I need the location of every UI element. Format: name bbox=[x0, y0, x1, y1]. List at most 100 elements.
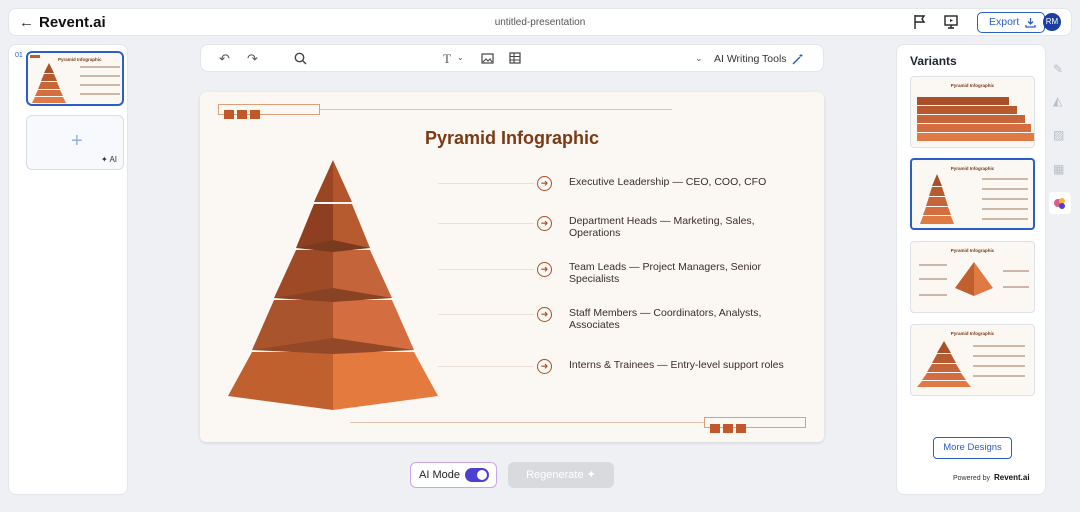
chevron-down-icon[interactable]: ⌄ bbox=[457, 53, 464, 62]
avatar[interactable]: RM bbox=[1043, 13, 1061, 31]
variant-pyramid-image bbox=[920, 174, 954, 224]
regenerate-label: Regenerate bbox=[526, 469, 584, 481]
variant-title: Pyramid Infographic bbox=[950, 248, 995, 253]
powered-by: Powered by Revent.ai bbox=[953, 473, 1030, 482]
variant-line bbox=[1003, 286, 1029, 288]
download-icon bbox=[1025, 18, 1036, 28]
deco-line-top bbox=[320, 109, 672, 110]
more-designs-button[interactable]: More Designs bbox=[933, 437, 1012, 459]
picture-icon[interactable]: ▨ bbox=[1053, 128, 1067, 142]
magic-wand-icon[interactable] bbox=[792, 53, 804, 65]
variant-line bbox=[973, 345, 1025, 347]
deco-square bbox=[224, 110, 234, 119]
present-icon[interactable] bbox=[943, 14, 959, 30]
variant-line bbox=[982, 178, 1028, 180]
top-bar: ← Revent.ai untitled-presentation Export… bbox=[8, 8, 1072, 36]
variant-bar bbox=[917, 97, 1009, 105]
variant-bar bbox=[917, 106, 1017, 114]
variant-card[interactable]: Pyramid Infographic bbox=[910, 76, 1035, 148]
search-icon[interactable] bbox=[294, 52, 307, 65]
deco-line-bottom bbox=[350, 422, 704, 423]
variant-card[interactable]: Pyramid Infographic bbox=[910, 324, 1035, 396]
pyramid-graphic[interactable] bbox=[226, 160, 440, 412]
arrow-right-icon: ➜ bbox=[537, 359, 552, 374]
variant-title: Pyramid Infographic bbox=[950, 166, 995, 171]
connector-line bbox=[438, 366, 534, 367]
variant-pyramid-image bbox=[955, 262, 993, 296]
arrow-right-icon: ➜ bbox=[537, 262, 552, 277]
image-icon[interactable] bbox=[481, 52, 494, 65]
layout-icon[interactable]: ▦ bbox=[1053, 162, 1067, 176]
undo-icon[interactable]: ↶ bbox=[219, 51, 230, 67]
flag-icon[interactable] bbox=[913, 14, 927, 30]
regenerate-button[interactable]: Regenerate ✦ bbox=[508, 462, 614, 488]
variant-title: Pyramid Infographic bbox=[950, 83, 995, 88]
pyramid-item-1[interactable]: Executive Leadership — CEO, COO, CFO bbox=[569, 176, 769, 188]
deco-square bbox=[250, 110, 260, 119]
thumb-title: Pyramid Infographic bbox=[58, 57, 102, 62]
variant-card[interactable]: Pyramid Infographic bbox=[910, 241, 1035, 313]
variant-line bbox=[973, 355, 1025, 357]
editor-toolbar: ↶ ↷ T ⌄ ⌄ AI Writing Tools bbox=[200, 44, 824, 72]
variant-title: Pyramid Infographic bbox=[950, 331, 995, 336]
ai-mode-label: AI Mode bbox=[419, 469, 460, 481]
variant-line bbox=[919, 278, 947, 280]
toggle-switch[interactable] bbox=[465, 468, 489, 482]
variant-line bbox=[919, 264, 947, 266]
slide-canvas[interactable]: Pyramid Infographic ➜ Executive Leadersh… bbox=[200, 92, 824, 442]
variant-line bbox=[982, 188, 1028, 190]
variant-line bbox=[1003, 270, 1029, 272]
variant-line bbox=[982, 198, 1028, 200]
arrow-right-icon: ➜ bbox=[537, 216, 552, 231]
slide-thumbnail[interactable]: Pyramid Infographic bbox=[26, 51, 124, 106]
shapes-icon[interactable]: ◭ bbox=[1053, 94, 1067, 108]
deco-square bbox=[736, 424, 746, 433]
variant-line bbox=[973, 375, 1025, 377]
deco-square bbox=[237, 110, 247, 119]
pyramid-item-5[interactable]: Interns & Trainees — Entry-level support… bbox=[569, 359, 799, 371]
add-slide-button[interactable]: + ✦ AI bbox=[26, 115, 124, 170]
redo-icon[interactable]: ↷ bbox=[247, 51, 258, 67]
variant-bar bbox=[917, 124, 1031, 132]
variant-bar bbox=[917, 115, 1025, 123]
thumb-line bbox=[80, 75, 120, 77]
thumb-line bbox=[80, 66, 120, 68]
pen-icon[interactable]: ✎ bbox=[1053, 62, 1067, 76]
pyramid-item-2[interactable]: Department Heads — Marketing, Sales, Ope… bbox=[569, 215, 769, 239]
document-title[interactable]: untitled-presentation bbox=[9, 17, 1071, 28]
arrow-right-icon: ➜ bbox=[537, 307, 552, 322]
ai-writing-tools-button[interactable]: AI Writing Tools bbox=[714, 53, 787, 65]
side-tool-rail: ✎ ◭ ▨ ▦ bbox=[1048, 44, 1072, 495]
palette-icon-graphic bbox=[1054, 198, 1065, 209]
magic-wand-icon: ✦ bbox=[586, 469, 596, 481]
powered-brand: Revent.ai bbox=[993, 473, 1030, 482]
table-icon[interactable] bbox=[509, 52, 522, 65]
connector-line bbox=[438, 314, 534, 315]
deco-square bbox=[723, 424, 733, 433]
variant-card-selected[interactable]: Pyramid Infographic bbox=[910, 158, 1035, 230]
ai-mode-toggle[interactable]: AI Mode bbox=[410, 462, 497, 488]
pyramid-item-4[interactable]: Staff Members — Coordinators, Analysts, … bbox=[569, 307, 769, 331]
thumb-line bbox=[80, 93, 120, 95]
plus-icon: + bbox=[71, 130, 83, 152]
deco-square bbox=[710, 424, 720, 433]
variant-line bbox=[982, 208, 1028, 210]
variants-title: Variants bbox=[910, 54, 957, 68]
slide-number: 01 bbox=[15, 52, 23, 59]
text-icon[interactable]: T bbox=[443, 51, 451, 67]
slides-panel: 01 Pyramid Infographic + ✦ AI bbox=[8, 44, 128, 495]
variant-pyramid-image bbox=[917, 341, 971, 387]
add-ai-label: ✦ AI bbox=[100, 155, 117, 164]
add-ai-text: AI bbox=[109, 155, 117, 164]
palette-icon[interactable] bbox=[1049, 192, 1071, 214]
slide-title[interactable]: Pyramid Infographic bbox=[200, 128, 824, 149]
chevron-down-icon[interactable]: ⌄ bbox=[695, 53, 703, 64]
export-label: Export bbox=[989, 16, 1020, 28]
connector-line bbox=[438, 269, 534, 270]
variant-line bbox=[982, 218, 1028, 220]
export-button[interactable]: Export bbox=[977, 12, 1045, 33]
thumb-line bbox=[80, 84, 120, 86]
pyramid-item-3[interactable]: Team Leads — Project Managers, Senior Sp… bbox=[569, 261, 769, 285]
arrow-right-icon: ➜ bbox=[537, 176, 552, 191]
connector-line bbox=[438, 183, 534, 184]
